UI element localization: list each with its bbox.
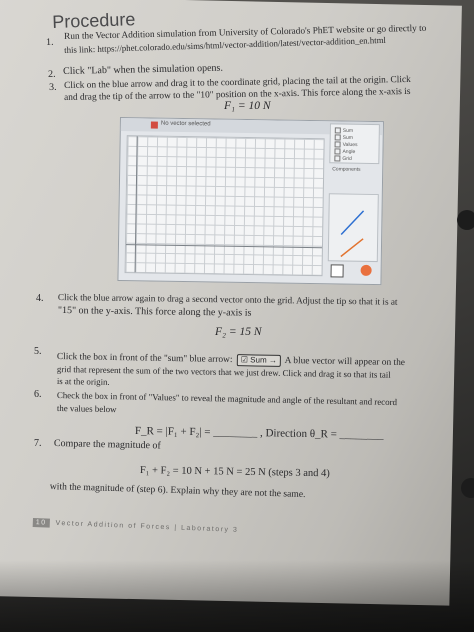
page-number: 10 [32,518,50,528]
coordinate-grid [124,135,325,277]
checkbox-icon [334,134,341,141]
vector-bucket-panel [327,193,379,263]
vector-arrows-icon [340,210,365,258]
step-number: 4. [36,293,44,304]
step-number: 3. [49,81,57,93]
f2-equation: F₂ = 15 N [215,326,262,338]
binder-hole [457,210,474,230]
trash-icon [330,264,344,278]
eraser-icon [360,264,372,276]
photo-scene: Procedure 1. Run the Vector Addition sim… [0,0,474,632]
checkbox-icon [334,148,341,155]
binder-hole [461,478,474,498]
sum-options-panel: Sum Sum Values Angle Grid [329,123,380,165]
x-axis [125,244,322,249]
option-label: Sum [342,127,354,134]
sim-status-text: No vector selected [160,120,211,128]
step-number: 7. [34,438,42,449]
vector-indicator-icon [150,121,158,129]
phet-simulation-screenshot: No vector selected Sum Sum Values Angle … [117,117,384,286]
sum-label: Sum [250,355,267,365]
y-axis [134,136,138,273]
checkbox-icon [334,127,341,134]
step-5-line-3: is at the origin. [56,376,110,387]
step-number: 2. [48,68,56,80]
f1-equation: F₁ = 10 N [224,100,271,112]
page-title: Procedure [52,9,136,32]
option-label: Grid [342,155,352,162]
option-label: Angle [342,148,356,156]
checkbox-icon [334,141,341,148]
components-label: Components [332,166,361,173]
step-number: 5. [34,346,42,357]
step-number: 1. [46,36,54,48]
step-5-text: Click the box in front of the "sum" blue… [56,351,233,366]
bottom-shadow [0,560,474,632]
sum-checkbox-image: ☑ Sum → [236,354,281,367]
step-6-line-2: the values below [56,403,117,415]
step-5-text-cont: A blue vector will appear on the [284,355,406,369]
checkbox-icon [334,155,341,162]
step-number: 6. [34,389,42,400]
option-label: Values [342,141,358,149]
option-label: Sum [342,134,354,141]
